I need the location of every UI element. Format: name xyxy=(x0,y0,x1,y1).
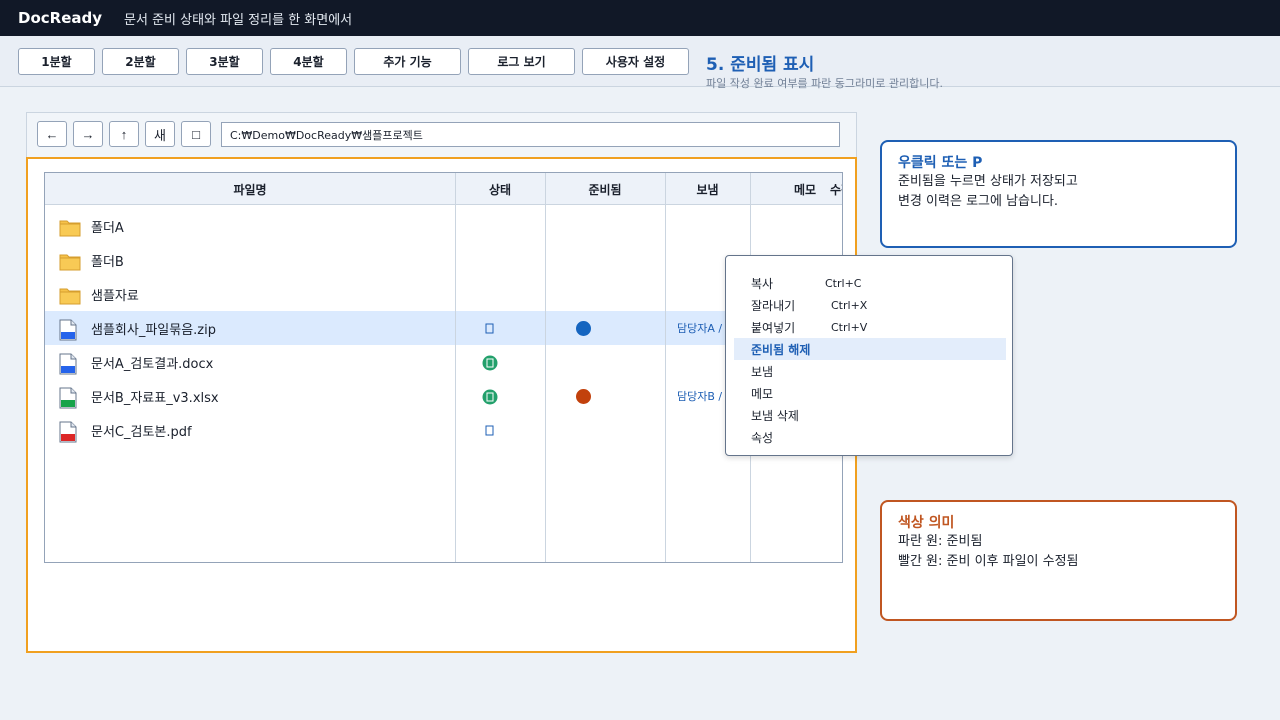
pdf-file-icon xyxy=(59,421,77,447)
title-bar: DocReady 문서 준비 상태와 파일 정리를 한 화면에서 xyxy=(0,0,1280,36)
file-name: 문서C_검토본.pdf xyxy=(91,424,192,440)
menu-item-label: 보냄 삭제 xyxy=(751,408,799,423)
header-filename[interactable]: 파일명 xyxy=(45,173,455,205)
up-button[interactable]: ↑ xyxy=(109,121,139,147)
toolbar: 1분할 2분할 3분할 4분할 추가 기능 로그 보기 사용자 설정 xyxy=(0,36,1280,87)
status-check-icon[interactable] xyxy=(482,389,498,405)
folder-icon xyxy=(59,285,81,309)
file-table: 파일명 상태 준비됨 보냄 메모 수정일 폴더A 폴더B 샘플자료샘플회사_파일묶음… xyxy=(44,172,843,563)
menu-item-label: 준비됨 해제 xyxy=(751,342,811,357)
menu-item-label: 보냄 xyxy=(751,364,774,379)
file-name: 문서A_검토결과.docx xyxy=(91,356,214,372)
table-row[interactable]: 폴더A xyxy=(45,209,842,243)
docx-file-icon xyxy=(59,353,77,379)
app-subtitle: 문서 준비 상태와 파일 정리를 한 화면에서 xyxy=(124,12,353,28)
file-name: 샘플회사_파일묶음.zip xyxy=(91,322,216,338)
column-divider xyxy=(665,173,666,562)
table-header: 파일명 상태 준비됨 보냄 메모 수정일 xyxy=(45,173,842,205)
split-3-button[interactable]: 3분할 xyxy=(186,48,263,75)
table-row[interactable]: 샘플회사_파일묶음.zip 담당자A / xyxy=(45,311,842,345)
app-brand: DocReady xyxy=(18,9,103,27)
header-modified[interactable]: 수정일 xyxy=(830,173,842,205)
view-log-button[interactable]: 로그 보기 xyxy=(468,48,575,75)
status-check-icon[interactable] xyxy=(482,355,498,371)
modified-red-dot[interactable] xyxy=(576,389,591,404)
folder-icon xyxy=(59,251,81,275)
menu-item-label: 복사 xyxy=(751,276,774,291)
split-4-button[interactable]: 4분할 xyxy=(270,48,347,75)
legend-card-line: 빨간 원: 준비 이후 파일이 수정됨 xyxy=(898,554,1079,569)
menu-item[interactable]: 붙여넣기 Ctrl+V xyxy=(734,316,1006,338)
column-divider xyxy=(545,173,546,562)
forward-button[interactable]: → xyxy=(73,121,103,147)
legend-card-line: 파란 원: 준비됨 xyxy=(898,534,983,549)
menu-item-label: 잘라내기 xyxy=(751,298,796,313)
status-empty-icon[interactable] xyxy=(482,423,498,439)
menu-item-label: 속성 xyxy=(751,430,774,445)
header-memo[interactable]: 메모 xyxy=(790,173,820,205)
table-row[interactable]: 폴더B xyxy=(45,243,842,277)
back-button[interactable]: ← xyxy=(37,121,67,147)
table-row[interactable]: 문서C_검토본.pdf xyxy=(45,413,842,447)
sent-to-label: 담당자A / xyxy=(677,322,723,335)
header-sent[interactable]: 보냄 xyxy=(665,173,750,205)
menu-item-shortcut: Ctrl+X xyxy=(831,298,868,312)
sent-to-label: 담당자B / xyxy=(677,390,723,403)
legend-card-title: 색상 의미 xyxy=(898,515,955,531)
table-row[interactable]: 샘플자료 xyxy=(45,277,842,311)
ready-blue-dot[interactable] xyxy=(576,321,591,336)
path-input[interactable]: C:₩Demo₩DocReady₩샘플프로젝트 xyxy=(221,122,840,147)
legend-card: 색상 의미 파란 원: 준비됨 빨간 원: 준비 이후 파일이 수정됨 xyxy=(880,500,1237,621)
split-2-button[interactable]: 2분할 xyxy=(102,48,179,75)
menu-item-label: 메모 xyxy=(751,386,774,401)
extra-nav-button[interactable]: □ xyxy=(181,121,211,147)
tip-card-line: 준비됨을 누르면 상태가 저장되고 xyxy=(898,174,1078,189)
tip-card-title: 우클릭 또는 P xyxy=(898,155,983,171)
menu-item[interactable]: 복사 Ctrl+C xyxy=(734,272,1006,294)
menu-item-shortcut: Ctrl+V xyxy=(831,320,868,334)
context-menu: 복사 Ctrl+C 잘라내기 Ctrl+X 붙여넣기 Ctrl+V 준비됨 해제보냄메모보냄… xyxy=(725,255,1013,456)
split-1-button[interactable]: 1분할 xyxy=(18,48,95,75)
status-empty-icon[interactable] xyxy=(482,321,498,337)
file-name: 폴더A xyxy=(91,220,124,236)
xlsx-file-icon xyxy=(59,387,77,413)
menu-item[interactable]: 보냄 xyxy=(734,360,1006,382)
menu-item[interactable]: 준비됨 해제 xyxy=(734,338,1006,360)
step-title: 5. 준비됨 표시 xyxy=(706,55,815,75)
file-name: 문서B_자료표_v3.xlsx xyxy=(91,390,219,406)
menu-item[interactable]: 메모 xyxy=(734,382,1006,404)
zip-file-icon xyxy=(59,319,77,345)
file-name: 폴더B xyxy=(91,254,124,270)
table-row[interactable]: 문서B_자료표_v3.xlsx 담당자B / xyxy=(45,379,842,413)
menu-item[interactable]: 잘라내기 Ctrl+X xyxy=(734,294,1006,316)
column-divider xyxy=(455,173,456,562)
header-ready[interactable]: 준비됨 xyxy=(545,173,665,205)
menu-item-shortcut: Ctrl+C xyxy=(825,276,862,290)
folder-icon xyxy=(59,217,81,241)
step-description: 파일 작성 완료 여부를 파란 동그라미로 관리합니다. xyxy=(706,77,943,90)
header-status[interactable]: 상태 xyxy=(455,173,545,205)
file-name: 샘플자료 xyxy=(91,288,139,304)
navigation-bar: ← → ↑ 새 □ C:₩Demo₩DocReady₩샘플프로젝트 xyxy=(26,112,857,157)
table-row[interactable]: 문서A_검토결과.docx xyxy=(45,345,842,379)
extra-features-button[interactable]: 추가 기능 xyxy=(354,48,461,75)
new-folder-button[interactable]: 새 xyxy=(145,121,175,147)
tip-card-line: 변경 이력은 로그에 남습니다. xyxy=(898,194,1059,209)
menu-item[interactable]: 속성 xyxy=(734,426,1006,448)
menu-item[interactable]: 보냄 삭제 xyxy=(734,404,1006,426)
tip-card: 우클릭 또는 P 준비됨을 누르면 상태가 저장되고 변경 이력은 로그에 남습… xyxy=(880,140,1237,248)
user-settings-button[interactable]: 사용자 설정 xyxy=(582,48,689,75)
menu-item-label: 붙여넣기 xyxy=(751,320,796,335)
